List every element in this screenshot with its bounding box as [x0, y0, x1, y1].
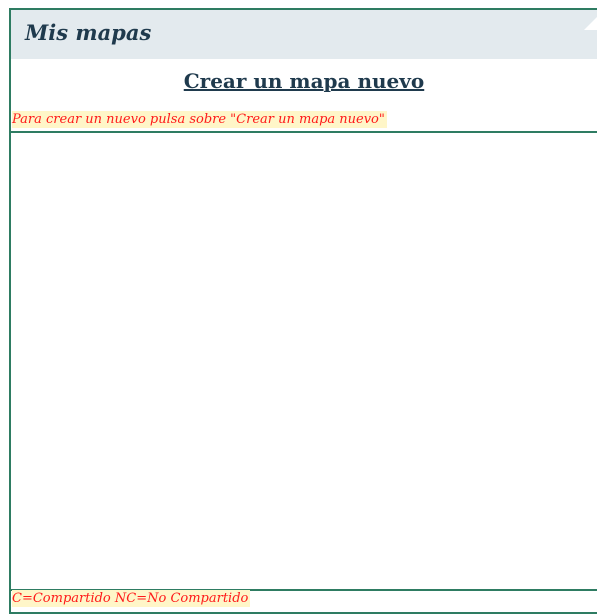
corner-triangle-icon: [584, 16, 598, 30]
sharing-legend: C=Compartido NC=No Compartido: [12, 590, 251, 607]
my-maps-panel: Mis mapas Crear un mapa nuevo Para crear…: [9, 8, 598, 614]
instructions-text: Para crear un nuevo pulsa sobre "Crear u…: [12, 111, 387, 128]
maps-list-area: [11, 131, 597, 591]
create-map-link[interactable]: Crear un mapa nuevo: [11, 67, 597, 95]
panel-title: Mis mapas: [25, 20, 152, 45]
panel-header: Mis mapas: [11, 10, 598, 59]
